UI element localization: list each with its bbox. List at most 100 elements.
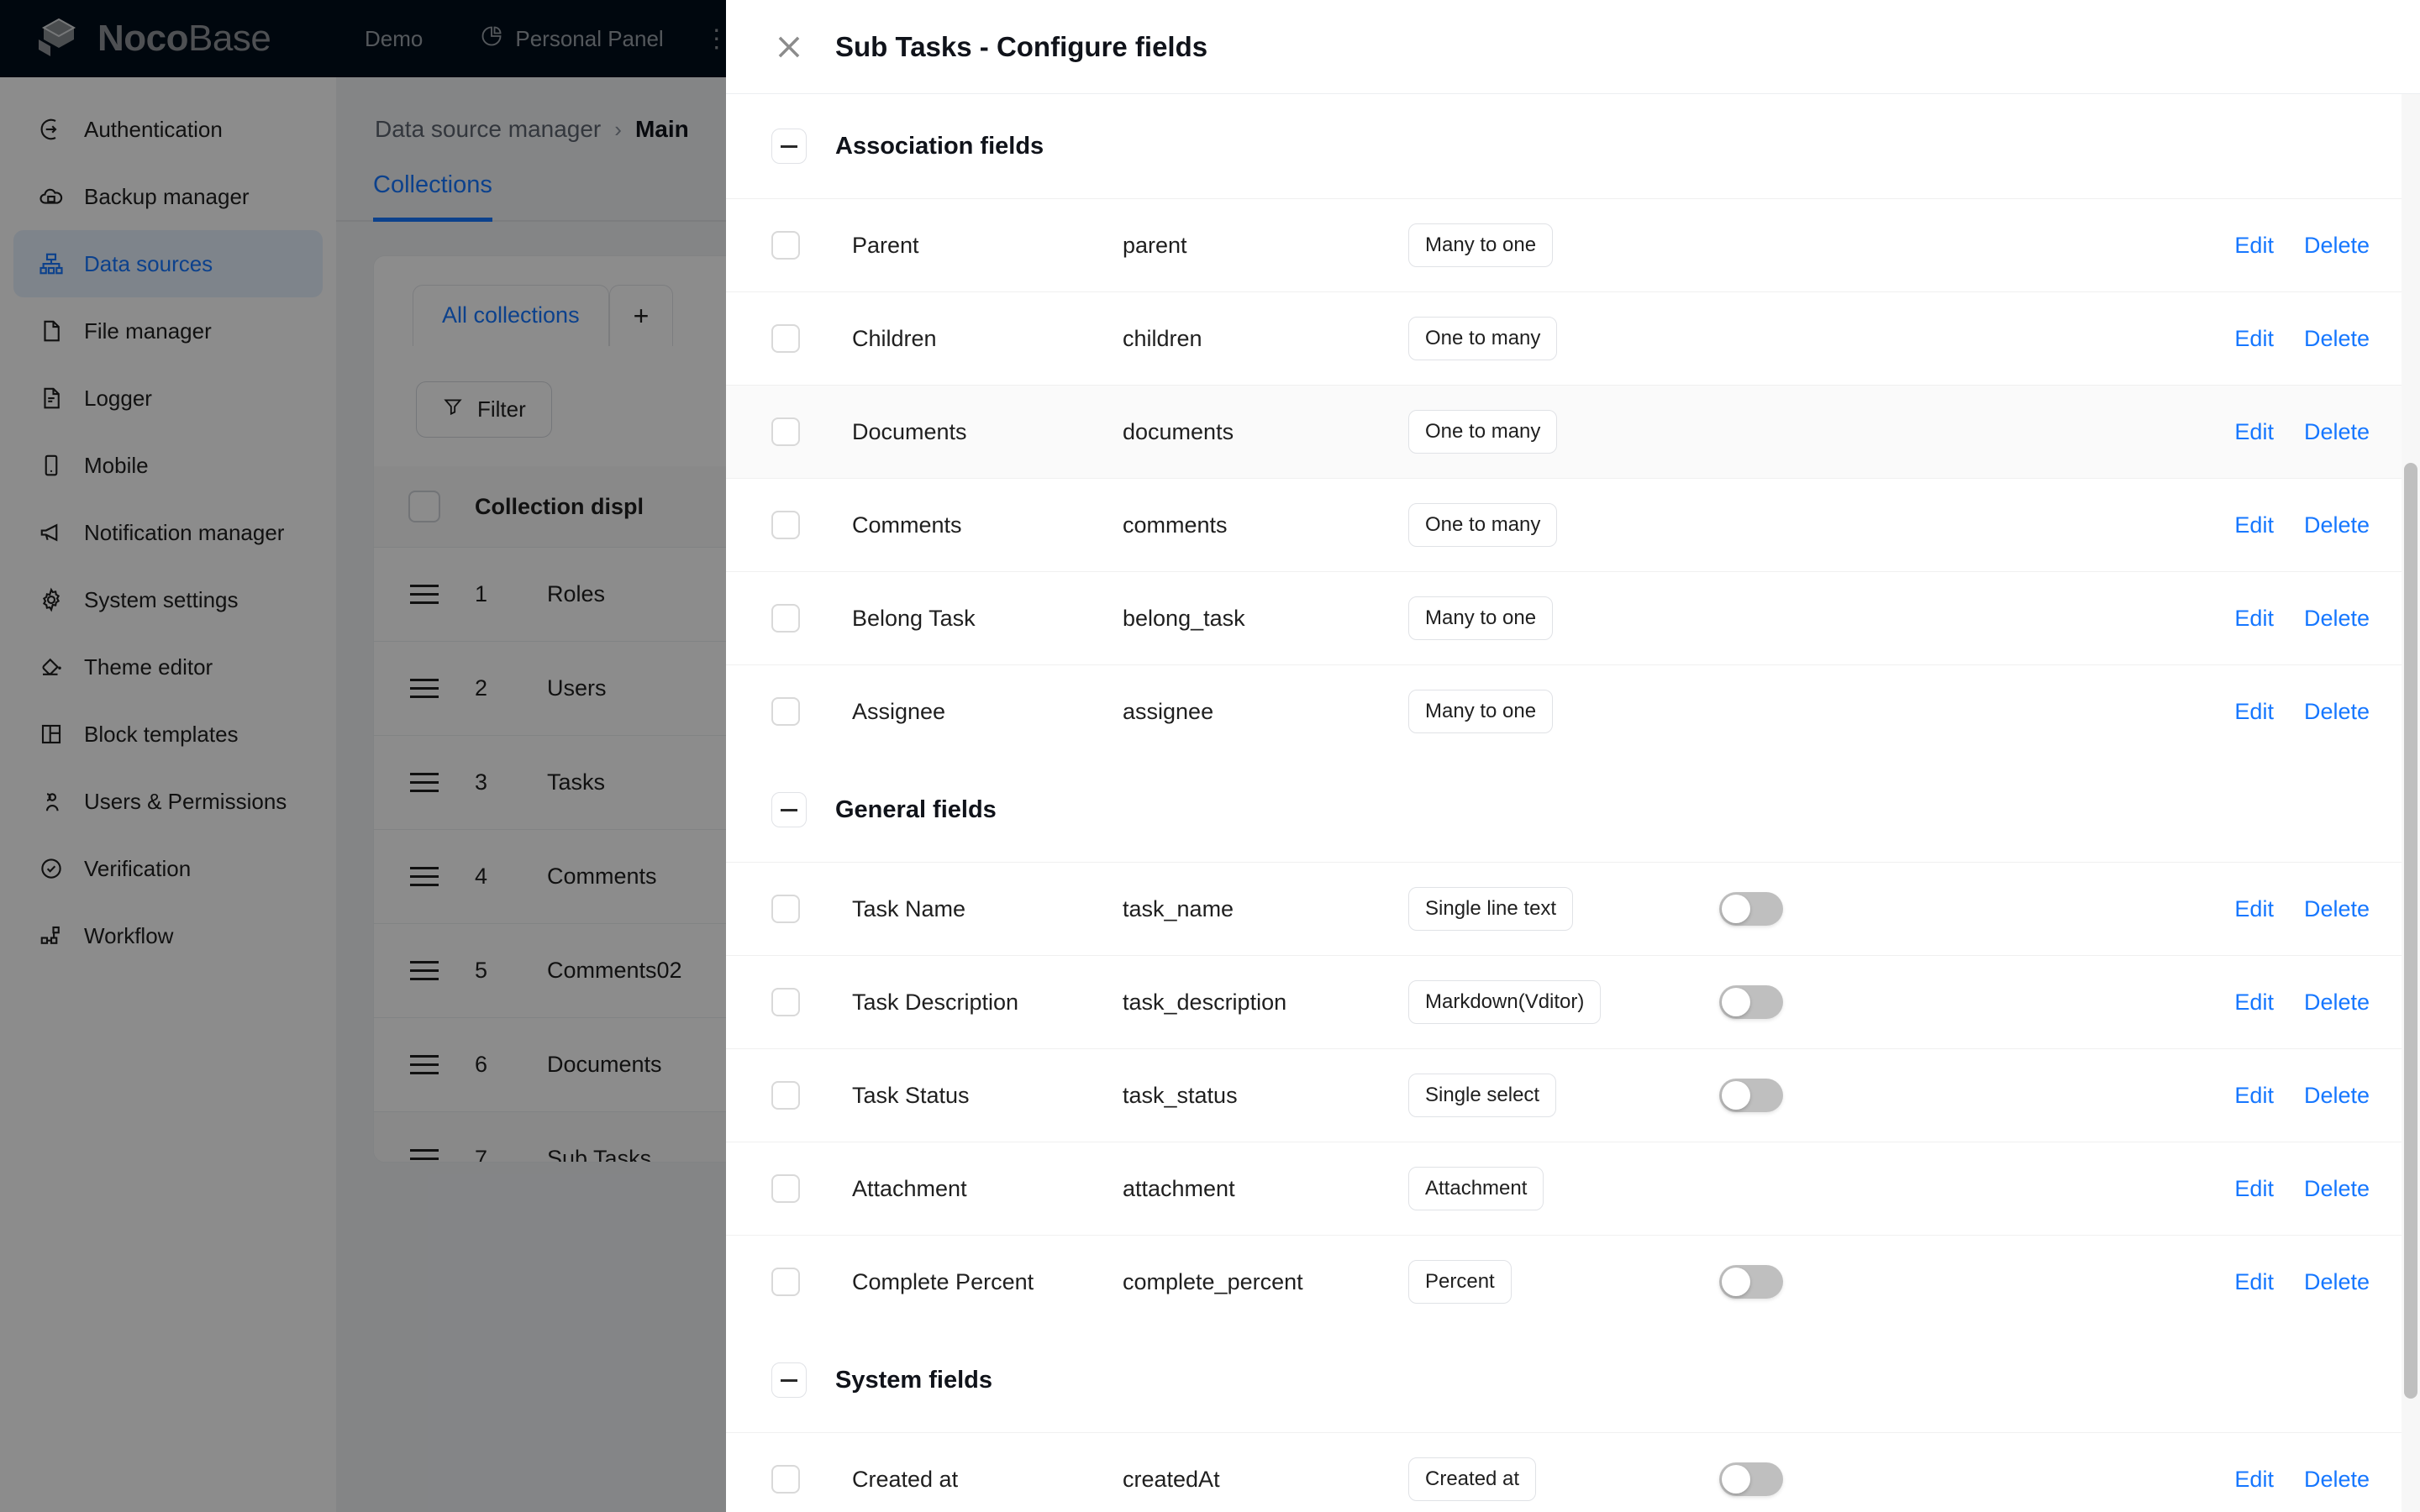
field-row[interactable]: Task Name task_name Single line text Edi…	[726, 862, 2420, 955]
edit-link[interactable]: Edit	[2234, 990, 2274, 1016]
edit-link[interactable]: Edit	[2234, 1083, 2274, 1109]
row-checkbox[interactable]	[771, 895, 852, 923]
row-checkbox[interactable]	[771, 1081, 852, 1110]
edit-link[interactable]: Edit	[2234, 699, 2274, 725]
field-visibility-toggle[interactable]	[1719, 1462, 1783, 1496]
minus-icon[interactable]	[771, 792, 807, 827]
group-title: System fields	[835, 1366, 992, 1394]
field-visibility-toggle[interactable]	[1719, 1265, 1783, 1299]
field-title: Assignee	[852, 698, 946, 724]
row-actions: Edit Delete	[2234, 990, 2370, 1016]
edit-link[interactable]: Edit	[2234, 233, 2274, 259]
delete-link[interactable]: Delete	[2304, 233, 2370, 259]
field-key: comments	[1123, 512, 1228, 538]
row-checkbox[interactable]	[771, 417, 852, 446]
row-actions: Edit Delete	[2234, 1083, 2370, 1109]
row-checkbox[interactable]	[771, 231, 852, 260]
field-type-tag: Created at	[1408, 1457, 1537, 1501]
field-type: Percent	[1408, 1260, 1719, 1304]
delete-link[interactable]: Delete	[2304, 1467, 2370, 1493]
field-key: createdAt	[1123, 1466, 1220, 1492]
field-type: Many to one	[1408, 596, 1719, 640]
row-checkbox[interactable]	[771, 1174, 852, 1203]
field-title: Complete Percent	[852, 1268, 1034, 1294]
field-key: task_name	[1123, 895, 1234, 921]
field-visibility-toggle[interactable]	[1719, 985, 1783, 1019]
row-checkbox[interactable]	[771, 988, 852, 1016]
row-checkbox[interactable]	[771, 324, 852, 353]
field-row[interactable]: Assignee assignee Many to one Edit Delet…	[726, 664, 2420, 758]
row-actions: Edit Delete	[2234, 1467, 2370, 1493]
delete-link[interactable]: Delete	[2304, 1269, 2370, 1295]
field-key: task_description	[1123, 989, 1287, 1015]
drawer-scrollbar[interactable]	[2402, 94, 2420, 1512]
field-title: Attachment	[852, 1175, 967, 1201]
row-actions: Edit Delete	[2234, 419, 2370, 445]
field-row[interactable]: Belong Task belong_task Many to one Edit…	[726, 571, 2420, 664]
delete-link[interactable]: Delete	[2304, 1176, 2370, 1202]
field-row[interactable]: Parent parent Many to one Edit Delete	[726, 198, 2420, 291]
edit-link[interactable]: Edit	[2234, 606, 2274, 632]
row-checkbox[interactable]	[771, 697, 852, 726]
field-row[interactable]: Created at createdAt Created at Edit Del…	[726, 1432, 2420, 1512]
edit-link[interactable]: Edit	[2234, 1467, 2274, 1493]
delete-link[interactable]: Delete	[2304, 1083, 2370, 1109]
delete-link[interactable]: Delete	[2304, 419, 2370, 445]
edit-link[interactable]: Edit	[2234, 326, 2274, 352]
delete-link[interactable]: Delete	[2304, 699, 2370, 725]
field-row[interactable]: Documents documents One to many Edit Del…	[726, 385, 2420, 478]
close-icon[interactable]	[771, 29, 807, 65]
field-type-tag: Many to one	[1408, 596, 1554, 640]
field-key: parent	[1123, 232, 1187, 258]
field-type-tag: Many to one	[1408, 223, 1554, 267]
field-key: attachment	[1123, 1175, 1235, 1201]
minus-icon[interactable]	[771, 129, 807, 164]
field-row[interactable]: Comments comments One to many Edit Delet…	[726, 478, 2420, 571]
row-checkbox[interactable]	[771, 1465, 852, 1494]
field-title: Task Status	[852, 1082, 970, 1108]
field-type: Single select	[1408, 1074, 1719, 1117]
field-key: children	[1123, 325, 1202, 351]
group-header-system-fields: System fields	[726, 1328, 2420, 1432]
field-type-tag: One to many	[1408, 410, 1558, 454]
row-actions: Edit Delete	[2234, 233, 2370, 259]
group-header-general-fields: General fields	[726, 758, 2420, 862]
field-type: Many to one	[1408, 223, 1719, 267]
row-checkbox[interactable]	[771, 1268, 852, 1296]
field-type-tag: Markdown(Vditor)	[1408, 980, 1602, 1024]
row-checkbox[interactable]	[771, 604, 852, 633]
group-title: Association fields	[835, 132, 1044, 160]
field-toggle-slot	[1719, 1462, 2234, 1496]
field-title: Documents	[852, 418, 967, 444]
edit-link[interactable]: Edit	[2234, 1269, 2274, 1295]
edit-link[interactable]: Edit	[2234, 1176, 2274, 1202]
field-row[interactable]: Task Description task_description Markdo…	[726, 955, 2420, 1048]
delete-link[interactable]: Delete	[2304, 896, 2370, 922]
field-visibility-toggle[interactable]	[1719, 892, 1783, 926]
edit-link[interactable]: Edit	[2234, 419, 2274, 445]
field-type-tag: Single select	[1408, 1074, 1557, 1117]
field-row[interactable]: Attachment attachment Attachment Edit De…	[726, 1142, 2420, 1235]
group-header-association-fields: Association fields	[726, 94, 2420, 198]
field-row[interactable]: Task Status task_status Single select Ed…	[726, 1048, 2420, 1142]
delete-link[interactable]: Delete	[2304, 512, 2370, 538]
field-type: Single line text	[1408, 887, 1719, 931]
field-type-tag: Percent	[1408, 1260, 1512, 1304]
field-toggle-slot	[1719, 985, 2234, 1019]
drawer-scrollbar-thumb[interactable]	[2404, 462, 2417, 1399]
field-type: One to many	[1408, 410, 1719, 454]
row-actions: Edit Delete	[2234, 1176, 2370, 1202]
delete-link[interactable]: Delete	[2304, 326, 2370, 352]
edit-link[interactable]: Edit	[2234, 512, 2274, 538]
minus-icon[interactable]	[771, 1362, 807, 1398]
row-checkbox[interactable]	[771, 511, 852, 539]
field-row[interactable]: Children children One to many Edit Delet…	[726, 291, 2420, 385]
row-actions: Edit Delete	[2234, 1269, 2370, 1295]
edit-link[interactable]: Edit	[2234, 896, 2274, 922]
field-key: complete_percent	[1123, 1268, 1303, 1294]
delete-link[interactable]: Delete	[2304, 606, 2370, 632]
delete-link[interactable]: Delete	[2304, 990, 2370, 1016]
field-visibility-toggle[interactable]	[1719, 1079, 1783, 1112]
field-row[interactable]: Complete Percent complete_percent Percen…	[726, 1235, 2420, 1328]
field-title: Task Description	[852, 989, 1019, 1015]
